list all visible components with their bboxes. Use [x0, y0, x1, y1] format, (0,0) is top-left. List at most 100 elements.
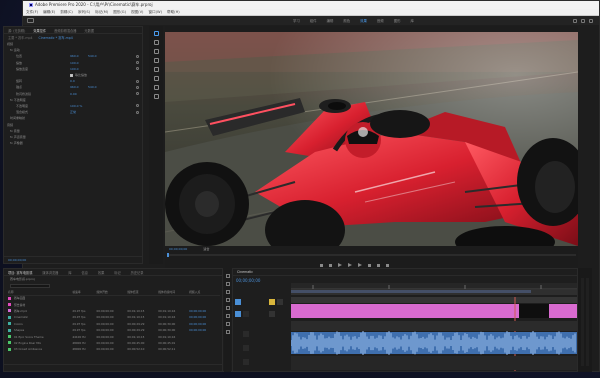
- effect-property-value[interactable]: 960.0: [70, 85, 88, 89]
- reset-icon[interactable]: [136, 92, 139, 96]
- export-frame-icon[interactable]: [386, 263, 389, 267]
- reset-icon[interactable]: [136, 54, 139, 58]
- menu-file[interactable]: 文件(F): [26, 10, 38, 15]
- label-color-swatch[interactable]: [8, 322, 11, 326]
- menu-graphics[interactable]: 图形(G): [113, 10, 126, 15]
- label-color-swatch[interactable]: [8, 296, 11, 300]
- effect-property-value[interactable]: 960.0: [70, 54, 88, 58]
- effect-property-row[interactable]: fx 声像器: [4, 140, 142, 146]
- menu-sequence[interactable]: 序列(S): [78, 10, 90, 15]
- effect-property-value[interactable]: 0.0: [70, 79, 88, 83]
- reset-icon[interactable]: [136, 67, 139, 71]
- reset-icon[interactable]: [136, 104, 139, 108]
- step-back-icon[interactable]: [338, 263, 342, 267]
- effect-property-value-2[interactable]: 540.0: [88, 54, 106, 58]
- workspace-editing[interactable]: 编辑: [327, 18, 334, 23]
- reset-icon[interactable]: [136, 61, 139, 65]
- type-icon[interactable]: [225, 330, 230, 334]
- reset-icon[interactable]: [136, 79, 139, 83]
- tab-sequence[interactable]: Cinematic: [237, 270, 253, 274]
- tab-info[interactable]: 信息: [82, 270, 88, 275]
- slip-icon[interactable]: [225, 306, 230, 310]
- label-color-swatch[interactable]: [8, 303, 11, 307]
- effect-property-value[interactable]: 正常: [70, 110, 88, 114]
- effect-property-value[interactable]: 100.0 %: [70, 104, 88, 108]
- effect-properties: 视频 fx 运动 位置 960.0 540.0 缩放 100.0 缩放宽度 100.0 等比缩放旋…: [4, 41, 142, 146]
- hand-icon[interactable]: [225, 322, 230, 326]
- menu-clip[interactable]: 剪辑(C): [60, 10, 73, 15]
- quick-export-icon[interactable]: [573, 18, 577, 23]
- menu-window[interactable]: 窗口(W): [148, 10, 162, 15]
- tab-media-browser[interactable]: 媒体浏览器: [42, 270, 58, 275]
- track-forward-icon[interactable]: [225, 282, 230, 286]
- workspace-effects[interactable]: 效果: [360, 18, 367, 23]
- effect-property-value[interactable]: 0.00: [70, 92, 88, 96]
- zoom-select[interactable]: 适合: [203, 247, 209, 251]
- program-scrubber[interactable]: [165, 252, 578, 258]
- effect-property-value[interactable]: 100.0: [70, 67, 88, 71]
- effect-property-value[interactable]: 等比缩放: [75, 73, 93, 77]
- menu-edit[interactable]: 编辑(E): [43, 10, 55, 15]
- hand-tool-icon[interactable]: [153, 85, 159, 90]
- program-timecode[interactable]: 00;00;00;00: [169, 247, 187, 251]
- project-item-row[interactable]: 03 Crowd Ambience 48000 Hz 00;00;00;00 00;0…: [8, 346, 220, 352]
- pen-tool-icon[interactable]: [153, 76, 159, 81]
- sequence-clip[interactable]: Cinematic * 赛车.mp4: [39, 35, 73, 40]
- workspace-libraries[interactable]: 库: [410, 18, 413, 23]
- slip-tool-icon[interactable]: [153, 67, 159, 72]
- tab-source[interactable]: 源: (无剪辑): [8, 28, 25, 33]
- timeline-timecode[interactable]: 00;00;00;00: [236, 278, 260, 283]
- home-icon[interactable]: [27, 18, 34, 23]
- ripple-edit-tool-icon[interactable]: [153, 49, 159, 54]
- razor-icon[interactable]: [225, 298, 230, 302]
- tab-markers[interactable]: 标记: [114, 270, 120, 275]
- label-color-swatch[interactable]: [8, 328, 11, 332]
- selection-icon[interactable]: [225, 274, 230, 278]
- step-forward-icon[interactable]: [358, 263, 362, 267]
- timeline-tracks[interactable]: [291, 283, 577, 371]
- workspace-color[interactable]: 颜色: [343, 18, 350, 23]
- play-icon[interactable]: [348, 263, 352, 267]
- menu-markers[interactable]: 标记(M): [95, 10, 108, 15]
- ripple-icon[interactable]: [225, 290, 230, 294]
- selection-tool-icon[interactable]: [153, 31, 159, 36]
- label-color-swatch[interactable]: [8, 335, 11, 339]
- tab-audio-mixer[interactable]: 音频剪辑混合器: [54, 28, 76, 33]
- overwrite-icon[interactable]: [377, 263, 380, 267]
- pen-icon[interactable]: [225, 314, 230, 318]
- tab-metadata[interactable]: 元数据: [84, 28, 94, 33]
- effect-timecode[interactable]: 00;00;00;00: [8, 258, 26, 262]
- reset-icon[interactable]: [136, 110, 139, 114]
- effect-property-value-2[interactable]: 540.0: [88, 85, 106, 89]
- workspace-audio[interactable]: 音频: [377, 18, 384, 23]
- search-icon[interactable]: [581, 18, 585, 23]
- project-search-input[interactable]: [10, 283, 50, 288]
- menu-help[interactable]: 帮助(H): [167, 10, 180, 15]
- label-color-swatch[interactable]: [8, 347, 11, 351]
- tab-effects[interactable]: 效果: [98, 270, 104, 275]
- workspace-assembly[interactable]: 组件: [310, 18, 317, 23]
- source-clip[interactable]: 主要 * 赛车.mp4: [8, 35, 33, 40]
- tab-history[interactable]: 历史记录: [131, 270, 144, 275]
- program-video-frame[interactable]: [165, 32, 578, 246]
- razor-tool-icon[interactable]: [153, 58, 159, 63]
- notification-icon[interactable]: [589, 18, 593, 23]
- track-select-tool-icon[interactable]: [153, 40, 159, 45]
- tab-project[interactable]: 项目: 赛车电影感: [8, 270, 32, 275]
- label-color-swatch[interactable]: [8, 341, 11, 345]
- tab-effect-controls[interactable]: 效果控件: [33, 28, 46, 33]
- menu-view[interactable]: 视图(V): [131, 10, 143, 15]
- type-tool-icon[interactable]: [153, 94, 159, 99]
- mark-in-icon[interactable]: [320, 263, 323, 267]
- uniform-scale-checkbox[interactable]: [70, 73, 73, 77]
- workspace-learning[interactable]: 学习: [293, 18, 300, 23]
- mark-out-icon[interactable]: [329, 263, 332, 267]
- tab-libraries[interactable]: 库: [68, 270, 71, 275]
- label-color-swatch[interactable]: [8, 309, 11, 313]
- label-color-swatch[interactable]: [8, 315, 11, 319]
- reset-icon[interactable]: [136, 85, 139, 89]
- workspace-graphics[interactable]: 图形: [394, 18, 401, 23]
- effect-property-value[interactable]: 100.0: [70, 61, 88, 65]
- insert-icon[interactable]: [368, 263, 371, 267]
- race-car-frame: [165, 32, 578, 246]
